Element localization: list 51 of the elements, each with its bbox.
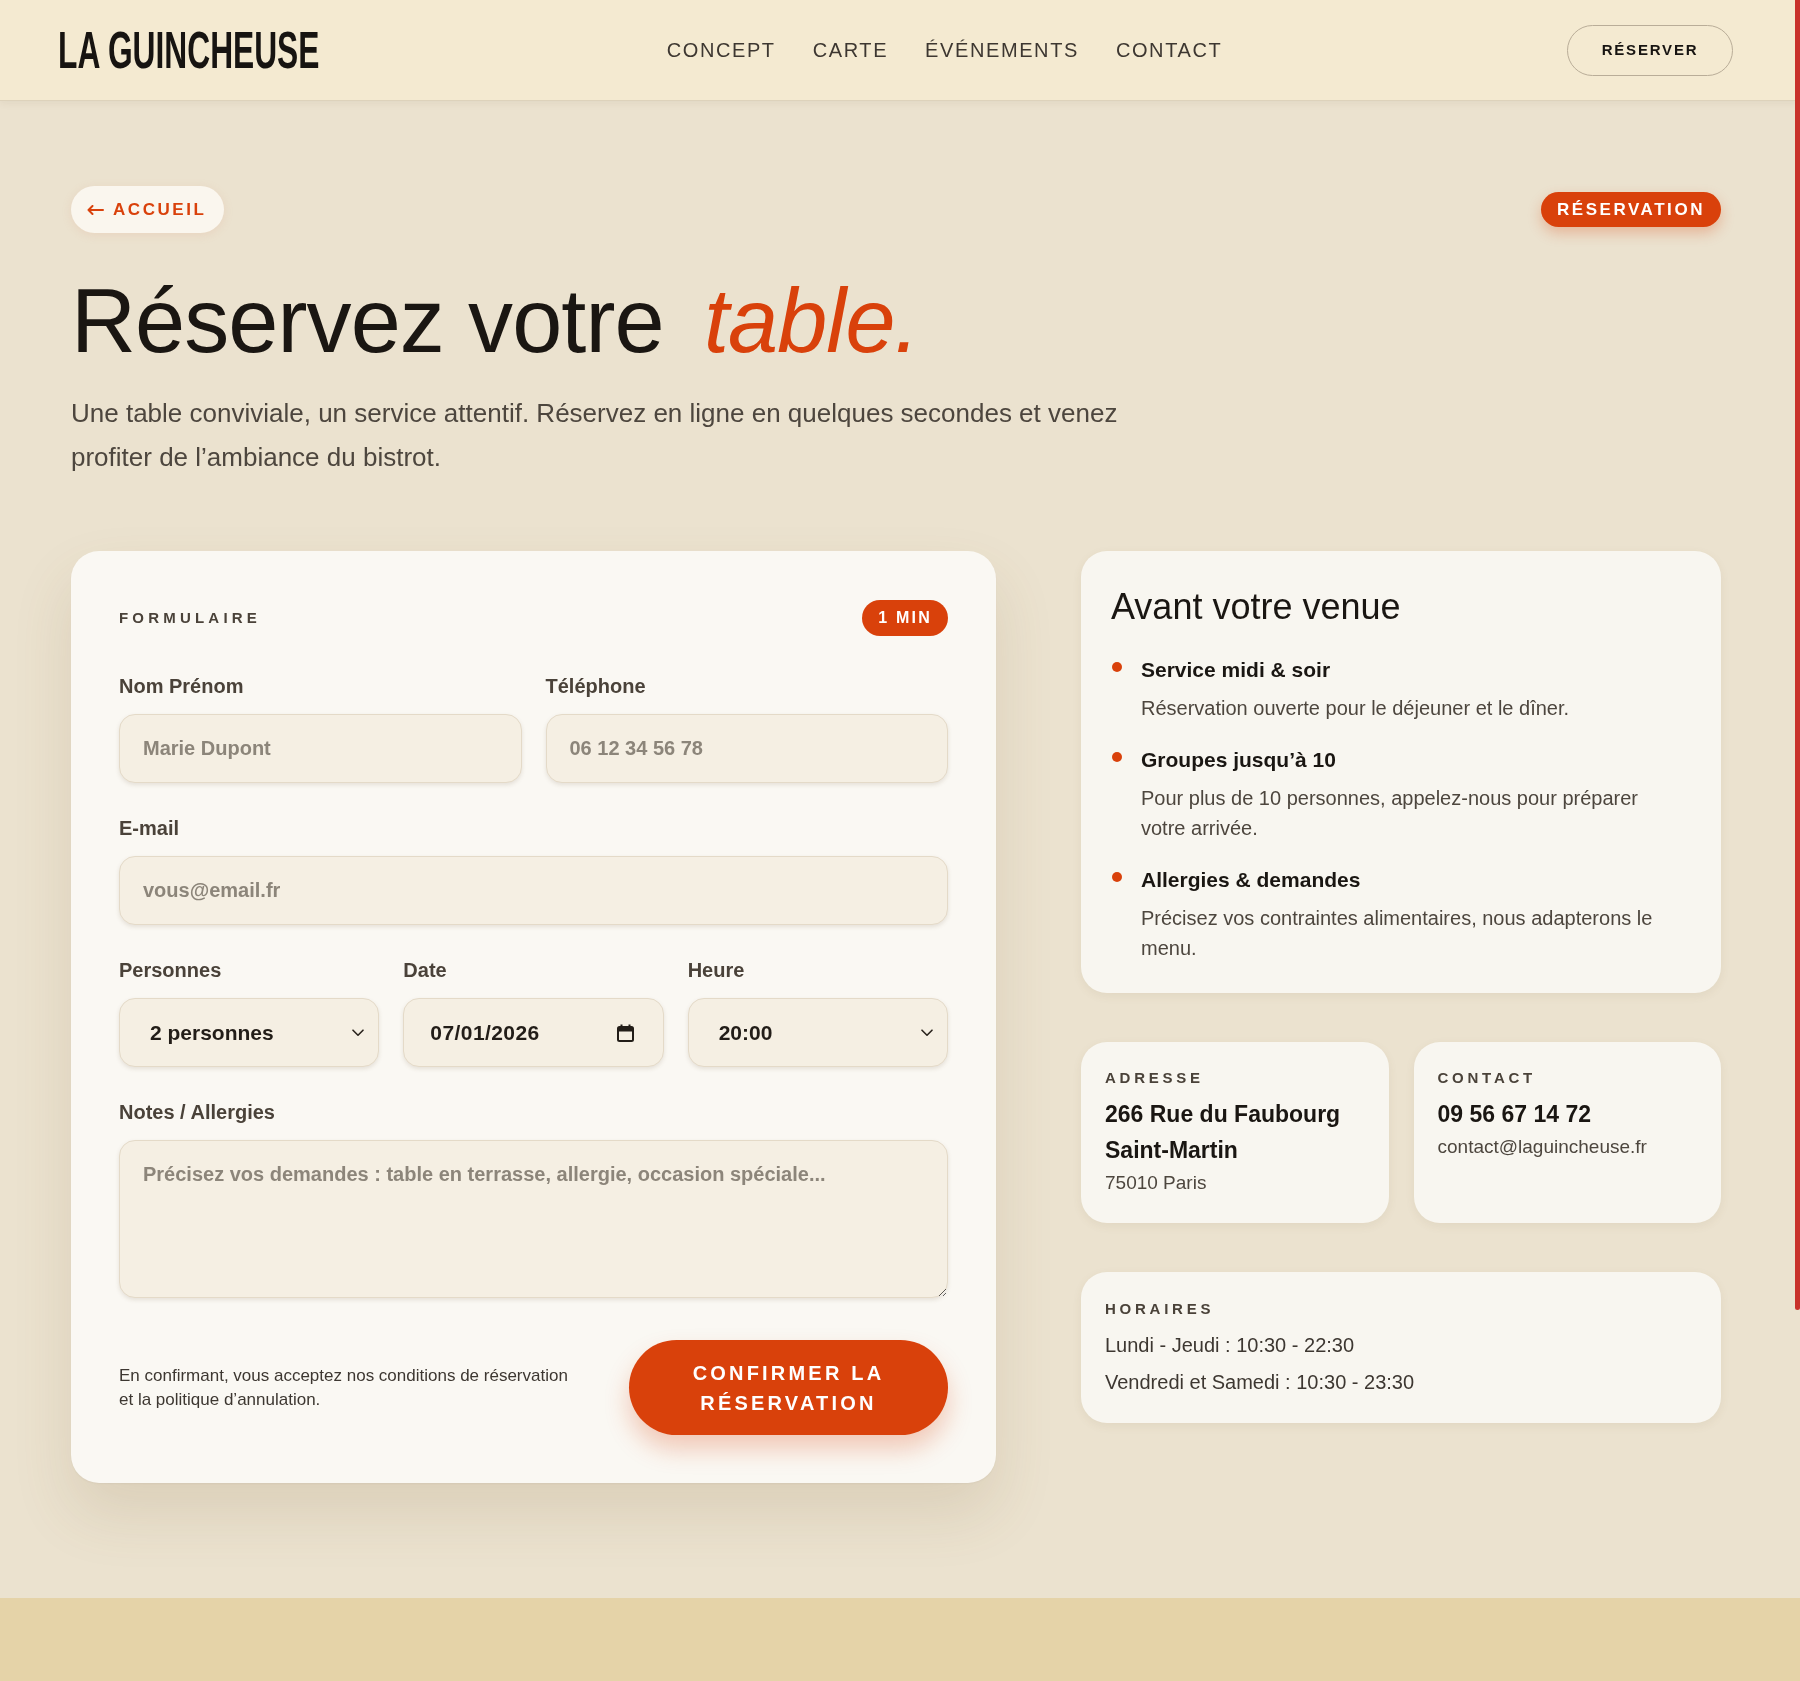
hours-text: Lundi - Jeudi : 10:30 - 22:30 — [1105, 1333, 1356, 1358]
date-input[interactable]: 07/01/2026 — [403, 998, 664, 1067]
page-title: Réservez votre table. — [71, 272, 920, 371]
logo[interactable]: LA GUINCHEUSE — [58, 24, 320, 76]
form-eyebrow: FORMULAIRE — [119, 609, 261, 627]
item-title: Service midi & soir — [1141, 657, 1332, 683]
intro-text: Une table conviviale, un service attentif. Réservez en ligne en quelques secondes et venez profiter de l’ambiance du bistrot. — [71, 397, 1119, 474]
calendar-icon — [616, 1023, 634, 1042]
chevron-down-icon — [352, 1028, 365, 1037]
back-link[interactable]: ACCUEIL — [71, 186, 225, 233]
item-title: Groupes jusqu’à 10 — [1141, 747, 1337, 773]
confirm-button[interactable]: CONFIRMER LA RÉSERVATION — [629, 1340, 948, 1435]
dropdown-select[interactable]: 20:00 — [687, 998, 948, 1067]
card-label: HORAIRES — [1105, 1300, 1216, 1318]
nav-link[interactable]: ÉVÉNEMENTS — [925, 38, 1079, 62]
field-label: E-mail — [119, 816, 181, 841]
card-label: CONTACT — [1437, 1069, 1537, 1087]
phone-number: 09 56 67 14 72 — [1437, 1100, 1592, 1129]
field-label: Notes / Allergies — [119, 1100, 276, 1125]
text-input[interactable]: 06 12 34 56 78 — [545, 714, 948, 783]
hours-text: Vendredi et Samedi : 10:30 - 23:30 — [1105, 1370, 1416, 1395]
item-text: Réservation ouverte pour le déjeuner et le dîner. — [1141, 696, 1571, 721]
bullet-dot-icon — [1112, 872, 1122, 882]
field-label: Nom Prénom — [119, 674, 245, 699]
notes-textarea[interactable]: Précisez vos demandes : table en terrasse, allergie, occasion spéciale... — [119, 1140, 948, 1298]
field-label: Heure — [687, 958, 746, 983]
email-link[interactable]: contact@laguincheuse.fr — [1437, 1132, 1699, 1162]
bullet-dot-icon — [1112, 752, 1122, 762]
duration-badge: 1 MIN — [862, 600, 948, 636]
street-address: 266 Rue du Faubourg Saint-Martin — [1105, 1100, 1342, 1165]
field-label: Personnes — [119, 958, 223, 983]
card-title: Avant votre venue — [1111, 586, 1402, 627]
text-input[interactable]: vous@email.fr — [119, 856, 948, 925]
terms-text: En confirmant, vous acceptez nos conditions de réservation et la politique d’annulation. — [119, 1364, 569, 1411]
nav-link[interactable]: CONCEPT — [666, 38, 776, 62]
item-title: Allergies & demandes — [1141, 867, 1362, 893]
arrow-left-icon — [87, 204, 104, 215]
nav-link[interactable]: CARTE — [812, 38, 889, 62]
item-text: Précisez vos contraintes alimentaires, nous adapterons le menu. — [1141, 906, 1654, 961]
scrollbar-thumb[interactable] — [1795, 0, 1800, 1310]
field-label: Téléphone — [545, 674, 647, 699]
item-text: Pour plus de 10 personnes, appelez-nous pour préparer votre arrivée. — [1141, 786, 1639, 841]
nav-link[interactable]: CONTACT — [1115, 38, 1223, 62]
section-badge: RÉSERVATION — [1541, 192, 1721, 227]
city-text: 75010 Paris — [1105, 1171, 1208, 1195]
text-input[interactable]: Marie Dupont — [119, 714, 522, 783]
dropdown-select[interactable]: 2 personnes — [119, 998, 380, 1067]
card-label: ADRESSE — [1105, 1069, 1205, 1087]
field-label: Date — [403, 958, 448, 983]
chevron-down-icon — [921, 1028, 933, 1037]
bullet-dot-icon — [1112, 662, 1122, 672]
